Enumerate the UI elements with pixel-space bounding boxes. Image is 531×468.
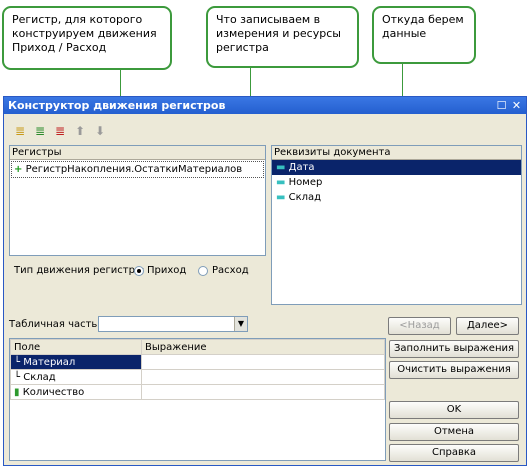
requisite-label: Дата [288,162,315,173]
requisite-item-date[interactable]: ▬ Дата [272,160,521,175]
attribute-icon: ▬ [276,162,286,173]
resource-icon: ▮ [14,386,20,398]
cancel-button[interactable]: Отмена [389,423,519,441]
restore-icon[interactable]: ☐ [495,99,508,112]
expression-cell[interactable] [141,354,385,370]
field-label: Склад [23,371,56,383]
registers-header: Регистры [10,146,265,160]
fields-grid: Поле Выражение └ Материал └ Склад ▮ Коли… [9,338,386,461]
requisites-panel: Реквизиты документа ▬ Дата ▬ Номер ▬ Скл… [271,145,522,305]
register-select-icon[interactable]: ≣ [12,123,28,139]
registers-panel: Регистры + РегистрНакопления.ОстаткиМате… [9,145,266,256]
requisite-label: Склад [288,192,322,203]
move-down-icon[interactable]: ⬇ [92,123,108,139]
expression-cell[interactable] [141,369,385,385]
radio-expense[interactable] [198,266,208,276]
requisite-item-warehouse[interactable]: ▬ Склад [272,190,521,205]
attribute-icon: ▬ [276,177,286,188]
requisite-item-number[interactable]: ▬ Номер [272,175,521,190]
plus-icon: + [14,164,23,175]
radio-income[interactable] [134,266,144,276]
tabular-part-select[interactable]: ▼ [98,316,248,332]
callout-expressions: Что записываем в измерения и ресурсы рег… [206,6,359,68]
field-cell[interactable]: ▮ Количество [10,384,142,400]
callout-source: Откуда берем данные [372,6,476,64]
move-up-icon[interactable]: ⬆ [72,123,88,139]
table-row[interactable]: └ Склад [10,369,385,385]
tabular-part-label: Табличная часть: [9,319,101,330]
radio-income-label[interactable]: Приход [147,264,186,278]
tree-branch-icon: └ [14,371,21,383]
field-cell[interactable]: └ Склад [10,369,142,385]
column-header-field[interactable]: Поле [10,339,142,355]
field-label: Количество [22,386,85,398]
requisite-label: Номер [288,177,323,188]
register-item[interactable]: + РегистрНакопления.ОстаткиМатериалов [11,161,264,178]
ok-button[interactable]: OK [389,401,519,419]
help-button[interactable]: Справка [389,444,519,462]
back-button[interactable]: <Назад [388,317,451,335]
tree-branch-icon: └ [14,356,21,368]
column-header-expression[interactable]: Выражение [141,339,385,355]
callout-source-text: Откуда берем данные [382,13,464,40]
table-row[interactable]: ▮ Количество [10,384,385,400]
title-bar: Конструктор движения регистров ☐ ✕ [4,97,526,114]
window-title: Конструктор движения регистров [8,99,226,112]
clear-expressions-button[interactable]: Очистить выражения [389,361,519,379]
field-label: Материал [23,356,76,368]
requisites-header: Реквизиты документа [272,146,521,160]
callout-register: Регистр, для которого конструируем движе… [2,6,172,70]
callout-expressions-text: Что записываем в измерения и ресурсы рег… [216,13,341,54]
movement-type-label: Тип движения регистра: [14,265,145,276]
register-delete-icon[interactable]: ≣ [52,123,68,139]
chevron-down-icon[interactable]: ▼ [234,317,247,331]
register-add-icon[interactable]: ≣ [32,123,48,139]
expression-cell[interactable] [141,384,385,400]
callout-register-text: Регистр, для которого конструируем движе… [12,13,157,54]
field-cell[interactable]: └ Материал [10,354,142,370]
attribute-icon: ▬ [276,192,286,203]
register-movement-wizard-window: Конструктор движения регистров ☐ ✕ ≣ ≣ ≣… [3,96,527,466]
table-row[interactable]: └ Материал [10,354,385,370]
radio-expense-label[interactable]: Расход [212,264,249,278]
register-item-label: РегистрНакопления.ОстаткиМатериалов [25,164,243,175]
next-button[interactable]: Далее> [456,317,519,335]
close-icon[interactable]: ✕ [510,99,523,112]
fill-expressions-button[interactable]: Заполнить выражения [389,340,519,358]
